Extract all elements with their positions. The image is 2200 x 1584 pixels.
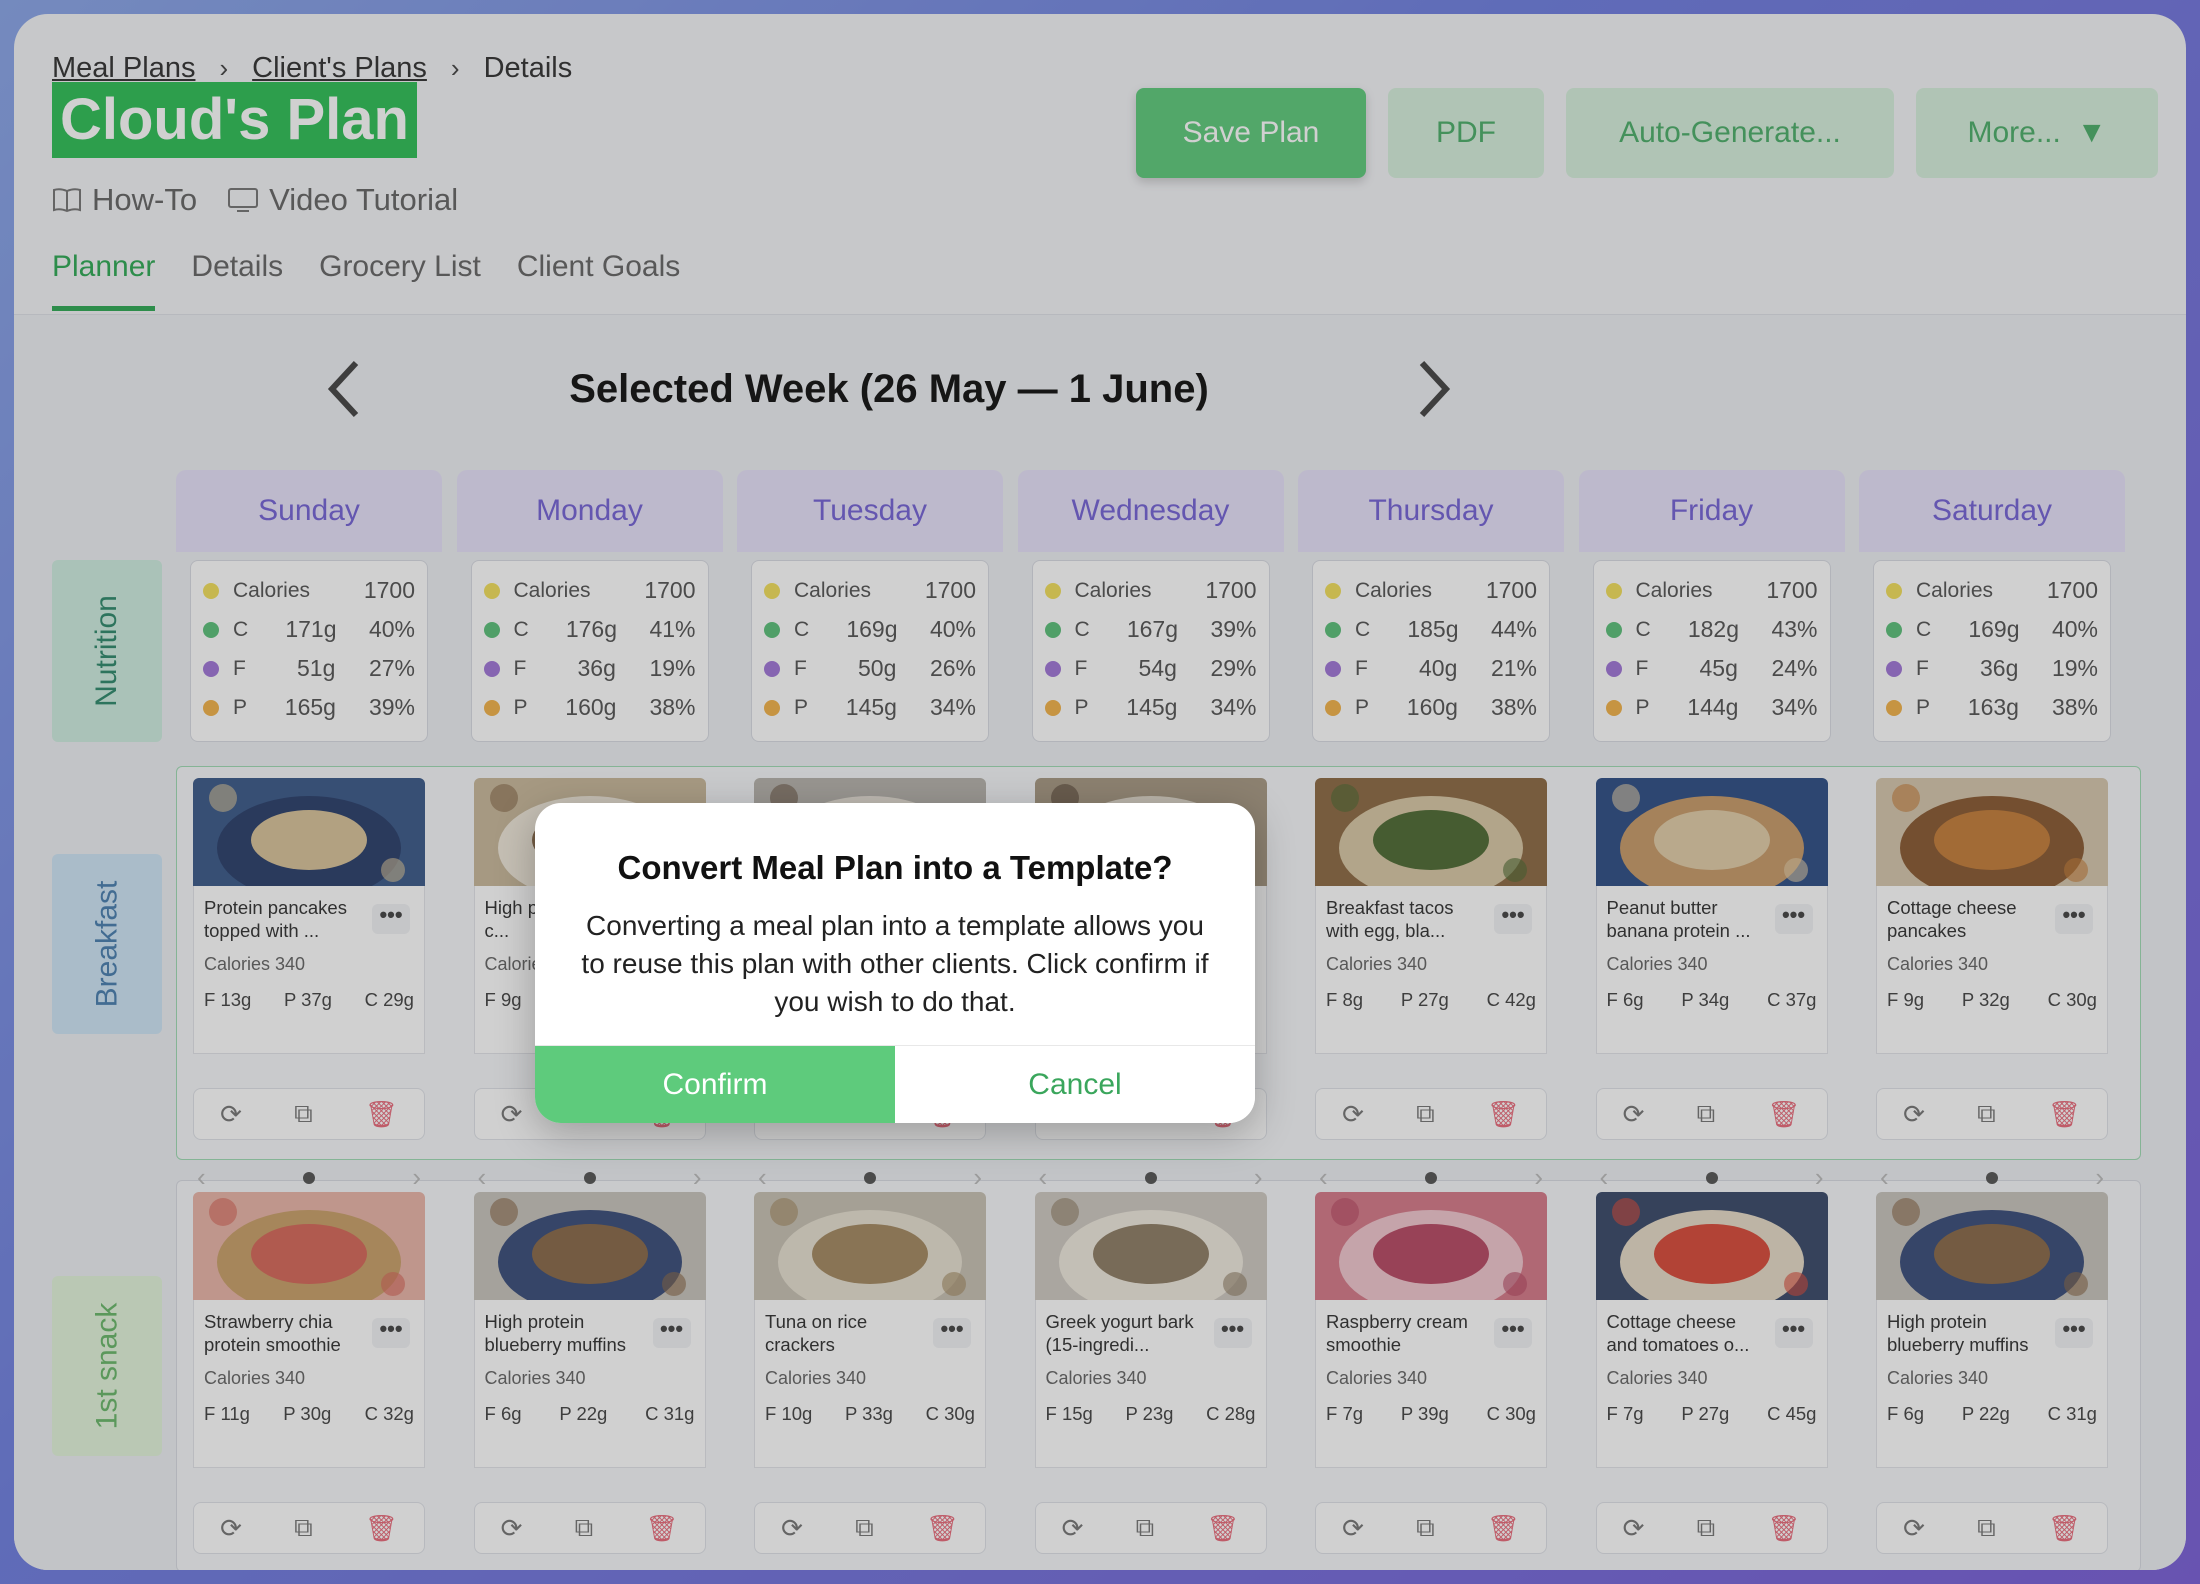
dialog-actions: Confirm Cancel: [535, 1045, 1255, 1123]
dialog-body: Converting a meal plan into a template a…: [581, 910, 1209, 1017]
modal-backdrop[interactable]: [0, 0, 2200, 1584]
cancel-button[interactable]: Cancel: [895, 1046, 1255, 1123]
dialog-title: Convert Meal Plan into a Template?: [617, 849, 1173, 886]
confirm-button[interactable]: Confirm: [535, 1046, 895, 1123]
convert-template-dialog: Convert Meal Plan into a Template? Conve…: [535, 803, 1255, 1123]
